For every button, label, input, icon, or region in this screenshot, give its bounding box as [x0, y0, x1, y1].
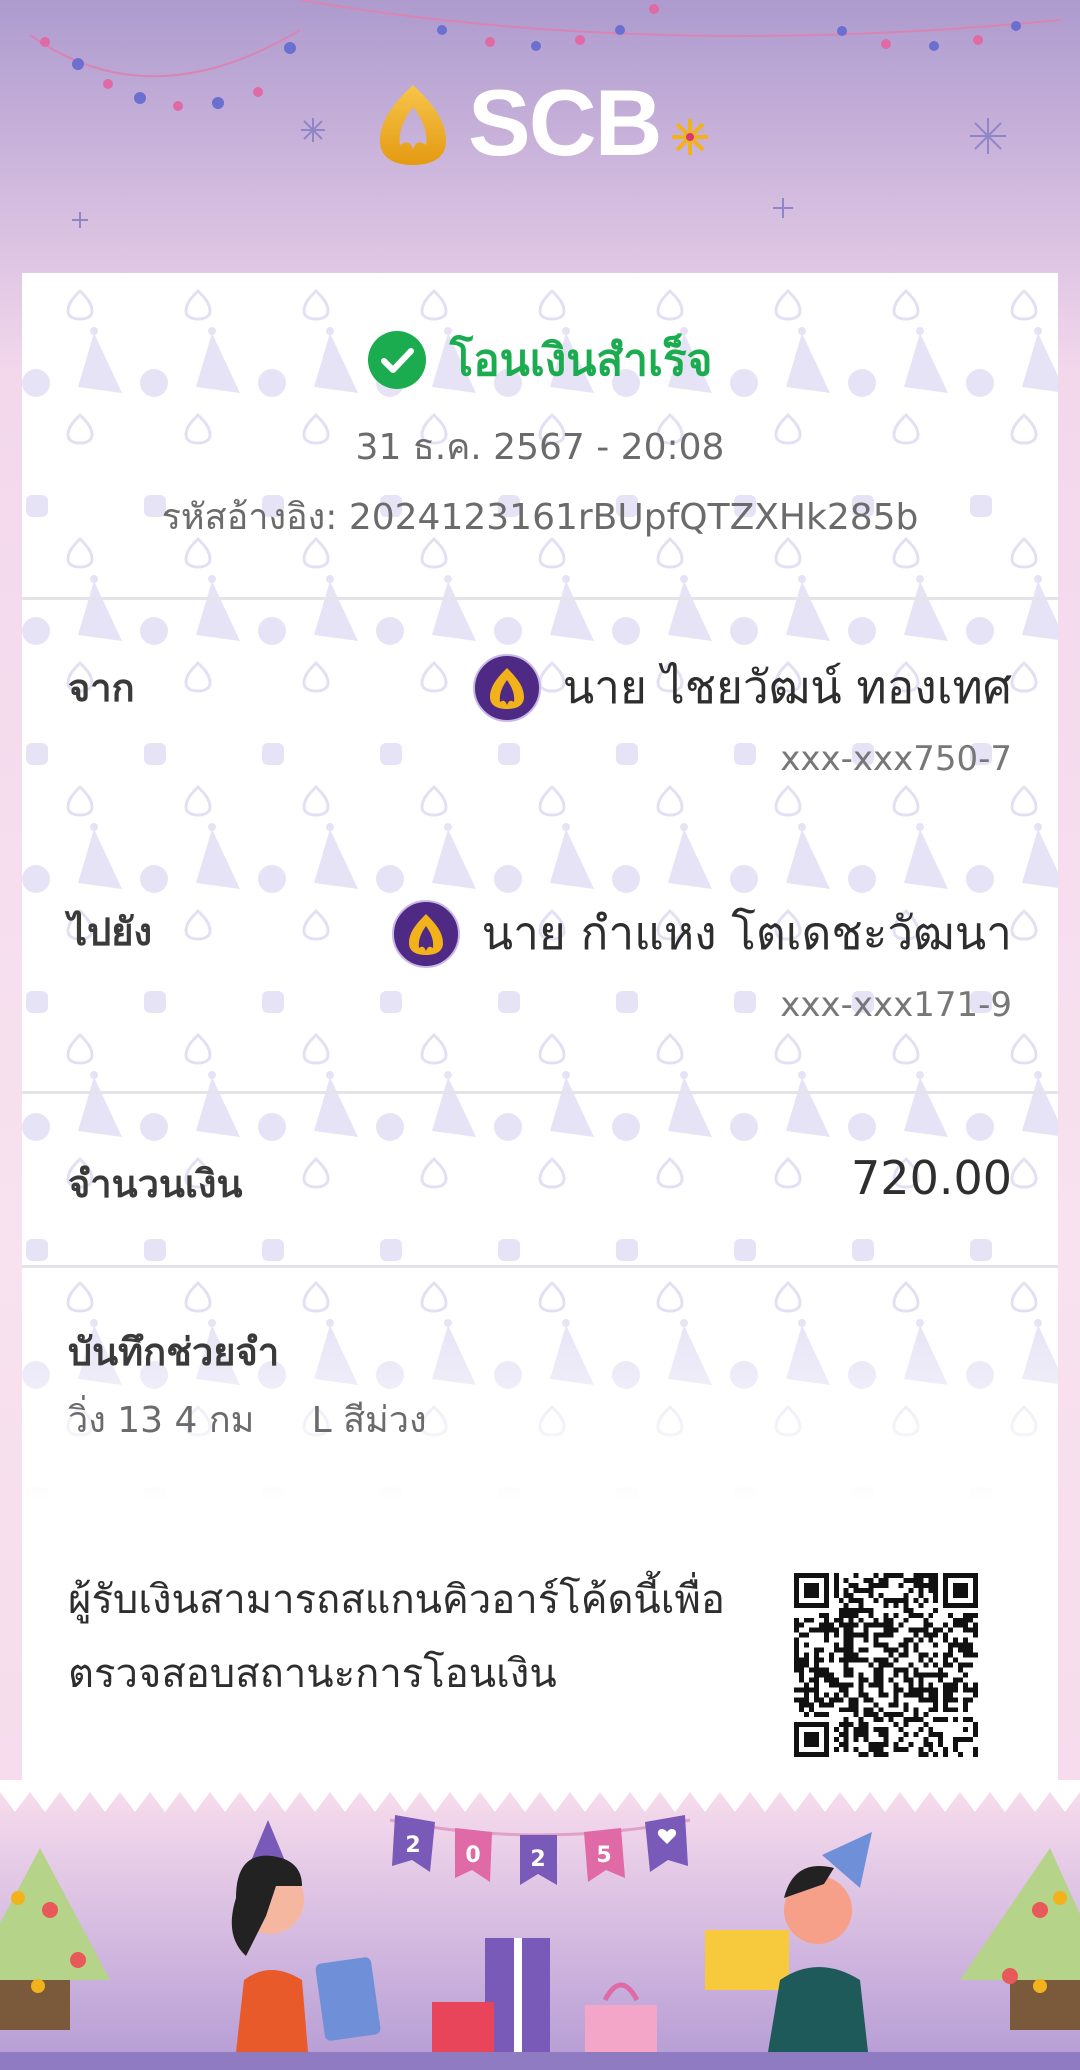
brand-name: SCB: [468, 70, 662, 175]
divider: [22, 597, 1058, 600]
amount-value: 720.00: [851, 1151, 1012, 1205]
sparkle-icon: [672, 119, 708, 155]
divider: [22, 1265, 1058, 1268]
from-account: xxx-xxx750-7: [780, 739, 1012, 779]
from-party: นาย ไชยวัฒน์ ทองเทศ: [472, 651, 1012, 724]
receipt-card: โอนเงินสำเร็จ 31 ธ.ค. 2567 - 20:08 รหัสอ…: [22, 273, 1058, 1791]
from-label: จาก: [68, 666, 135, 710]
qr-code-icon[interactable]: [794, 1573, 978, 1757]
banner-letter: 0: [465, 1843, 480, 1868]
scb-logo-icon: [391, 899, 460, 968]
check-circle-icon: [367, 331, 426, 389]
qr-instruction: ผู้รับเงินสามารถสแกนคิวอาร์โค้ดนี้เพื่อต…: [68, 1577, 725, 1697]
transaction-datetime: 31 ธ.ค. 2567 - 20:08: [355, 427, 725, 468]
status-header: โอนเงินสำเร็จ: [22, 325, 1058, 395]
status-title: โอนเงินสำเร็จ: [449, 335, 713, 386]
reference-value: 2024123161rBUpfQTZXHk285b: [348, 497, 919, 538]
from-name: นาย ไชยวัฒน์ ทองเทศ: [562, 660, 1012, 714]
amount-label: จำนวนเงิน: [68, 1162, 243, 1206]
memo-value: วิ่ง 13 4 กม L สีม่วง: [68, 1400, 427, 1441]
reference-label: รหัสอ้างอิง:: [161, 497, 338, 538]
scb-logo-icon: [472, 653, 541, 722]
banner-letter: 2: [530, 1847, 545, 1872]
memo-label: บันทึกช่วยจำ: [68, 1330, 280, 1374]
banner-letter: 2: [405, 1833, 420, 1858]
footer-decoration: 2 0 2 5: [0, 1780, 1080, 2070]
to-label: ไปยัง: [68, 910, 153, 954]
to-account: xxx-xxx171-9: [780, 985, 1012, 1025]
scb-leaf-icon: [380, 85, 446, 165]
reference-row: รหัสอ้างอิง: 2024123161rBUpfQTZXHk285b: [22, 488, 1058, 545]
scb-logo: SCB: [370, 70, 720, 175]
to-name: นาย กำแหง โตเดชะวัฒนา: [481, 906, 1012, 960]
divider: [22, 1091, 1058, 1094]
to-party: นาย กำแหง โตเดชะวัฒนา: [391, 897, 1012, 970]
banner-letter: 5: [596, 1843, 611, 1868]
